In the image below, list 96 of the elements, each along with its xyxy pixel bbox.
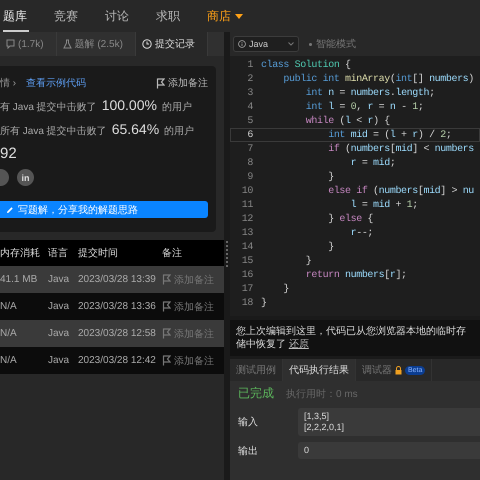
line-number: 4	[246, 102, 254, 112]
restore-notice: 您上次编辑到这里，代码已从您浏览器本地的临时存储中恢复了 还原	[230, 320, 480, 356]
line-number: 16	[240, 270, 254, 280]
bullet-icon	[309, 42, 312, 46]
field-label: 输出	[238, 444, 259, 458]
time-cell: 2023/03/28 13:39	[78, 266, 162, 293]
line-number: 7	[246, 144, 254, 154]
code-line: } else {	[327, 214, 374, 224]
code-line: }	[282, 284, 290, 294]
line-number: 12	[240, 214, 254, 224]
stat-label: 所有 Java 提交中击败了	[0, 124, 107, 138]
code-line: r--;	[350, 228, 374, 238]
language-cell: Java	[48, 320, 78, 347]
code-line: l = mid + 1;	[350, 200, 418, 210]
memory-cell: N/A	[0, 320, 48, 347]
flag-icon	[162, 274, 171, 285]
flag-icon	[156, 78, 165, 88]
status-text: 已完成	[238, 385, 274, 402]
nav-tab[interactable]: 讨论	[105, 0, 143, 32]
line-number: 3	[246, 88, 254, 98]
comment-icon	[6, 39, 15, 49]
example-code-link[interactable]: 查看示例代码	[26, 76, 86, 90]
write-solution-button[interactable]: 写题解，分享我的解题思路	[0, 201, 208, 218]
line-number: 11	[240, 200, 254, 210]
code-line: int n = numbers.length;	[304, 88, 435, 98]
score-value: 92	[0, 145, 18, 162]
code-line: while (l < r) {	[304, 116, 390, 126]
line-number: 13	[240, 228, 254, 238]
code-line: }	[327, 172, 334, 182]
console-tab[interactable]: 代码执行结果	[283, 359, 356, 381]
nav-tab[interactable]: 竞赛	[54, 0, 92, 32]
caret-icon	[235, 14, 243, 18]
mode-toggle[interactable]: 智能模式	[316, 37, 356, 51]
code-editor[interactable]	[230, 56, 480, 316]
line-number: 14	[240, 242, 254, 252]
restore-link[interactable]: 还原	[288, 339, 309, 350]
nav-tab[interactable]: 题库	[3, 0, 41, 32]
code-line: }	[304, 256, 312, 266]
stat-label: 的用户	[162, 100, 192, 114]
value-box: [1,3,5] [2,2,2,0,1]	[298, 408, 480, 436]
line-number: 2	[246, 74, 254, 84]
code-line: class Solution {	[261, 60, 351, 70]
line-number: 5	[246, 116, 254, 126]
line-number: 17	[240, 284, 254, 294]
code-line: public int minArray(int[] numbers)	[282, 74, 474, 84]
column-header: 内存消耗	[0, 240, 48, 266]
stat-label: 有 Java 提交中击败了	[0, 100, 97, 114]
line-number: 1	[246, 60, 254, 70]
share-button[interactable]: in	[17, 169, 34, 186]
language-select[interactable]: Java	[233, 36, 299, 52]
line-number: 18	[240, 298, 254, 308]
time-cell: 2023/03/28 13:36	[78, 293, 162, 320]
flag-icon	[162, 328, 171, 339]
line-number: 9	[246, 172, 254, 182]
memory-cell: N/A	[0, 293, 48, 320]
stat-percent: 100.00%	[102, 97, 157, 113]
code-line: }	[327, 242, 334, 252]
stat-label: 的用户	[164, 124, 194, 138]
line-number: 6	[246, 130, 254, 140]
language-cell: Java	[48, 347, 78, 374]
memory-cell: 41.1 MB	[0, 266, 48, 293]
column-header: 语言	[48, 240, 78, 266]
field-label: 输入	[238, 416, 259, 429]
code-line: else if (numbers[mid] > nu	[327, 186, 474, 196]
memory-cell: N/A	[0, 347, 48, 374]
value-box: 0	[298, 442, 480, 459]
info-icon	[238, 40, 246, 48]
time-cell: 2023/03/28 12:42	[78, 347, 162, 374]
line-number: 10	[240, 186, 254, 196]
nav-tab[interactable]: 求职	[156, 0, 194, 32]
line-number: 15	[240, 256, 254, 266]
line-number: 8	[246, 158, 254, 168]
details-link[interactable]: 情 ›	[0, 76, 16, 90]
flag-icon	[162, 301, 171, 312]
code-line: return numbers[r];	[304, 270, 407, 280]
code-line: int l = 0, r = n - 1;	[304, 102, 424, 112]
store-menu[interactable]: 商店	[207, 0, 257, 32]
add-note-button[interactable]: 添加备注	[156, 76, 208, 90]
language-cell: Java	[48, 266, 78, 293]
column-header: 提交时间	[78, 240, 162, 266]
flag-icon	[162, 355, 171, 366]
code-line: }	[261, 298, 267, 308]
clock-icon	[142, 39, 152, 49]
column-header: 备注	[162, 240, 224, 266]
pencil-icon	[6, 206, 14, 214]
language-cell: Java	[48, 293, 78, 320]
code-line: int mid = (l + r) / 2;	[327, 130, 452, 140]
panel-tab[interactable]: 提交记录	[136, 32, 208, 56]
time-cell: 2023/03/28 12:58	[78, 320, 162, 347]
code-line: if (numbers[mid] < numbers	[327, 144, 474, 154]
stat-percent: 65.64%	[112, 121, 160, 137]
chevron-icon	[288, 42, 294, 46]
flask-icon	[62, 39, 72, 49]
lock-icon	[395, 366, 402, 374]
code-line: r = mid;	[350, 158, 396, 168]
panel-tab[interactable]: (1.7k)	[0, 32, 57, 56]
